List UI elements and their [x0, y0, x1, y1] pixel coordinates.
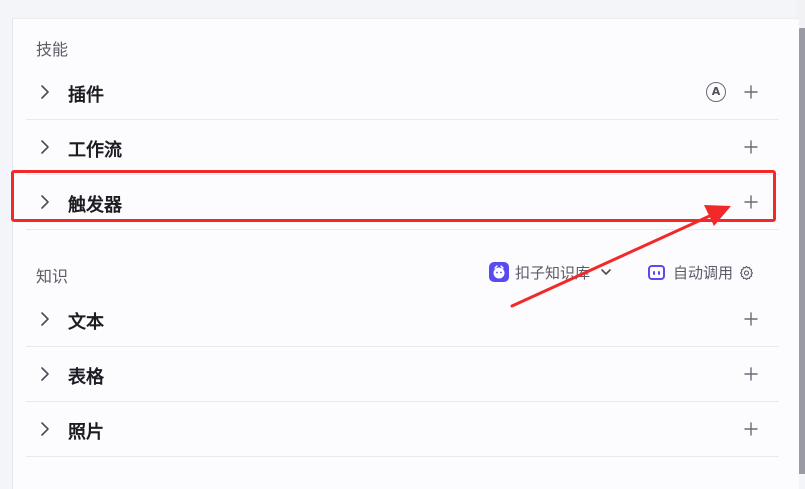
robot-icon	[648, 264, 665, 280]
chevron-right-icon	[41, 85, 49, 99]
skill-row-label: 插件	[68, 85, 104, 106]
chevron-right-icon	[41, 422, 49, 436]
add-workflow-button[interactable]	[744, 140, 758, 154]
section-divider	[26, 229, 779, 230]
knowledge-base-label: 扣子知识库	[515, 263, 591, 282]
add-photo-button[interactable]	[744, 422, 758, 436]
knowledge-row-label: 文本	[68, 312, 104, 333]
chevron-down-icon[interactable]	[600, 267, 612, 277]
annotation-highlight-box	[11, 170, 776, 222]
knowledge-row-photo[interactable]: 照片	[26, 402, 779, 457]
knowledge-base-selector[interactable]: 扣子知识库	[489, 261, 612, 283]
skill-row-plugins[interactable]: 插件 A	[26, 65, 779, 120]
section-title-knowledge: 知识	[36, 267, 69, 286]
chevron-right-icon	[41, 312, 49, 326]
knowledge-row-text[interactable]: 文本	[26, 292, 779, 347]
chevron-right-icon	[41, 140, 49, 154]
knowledge-row-table[interactable]: 表格	[26, 347, 779, 402]
knowledge-base-icon	[489, 262, 509, 282]
section-title-skills: 技能	[36, 40, 69, 59]
add-text-button[interactable]	[744, 312, 758, 326]
chevron-right-icon	[41, 367, 49, 381]
auto-call-control[interactable]: 自动调用	[648, 261, 754, 283]
add-table-button[interactable]	[744, 367, 758, 381]
knowledge-row-label: 照片	[68, 422, 104, 443]
skill-row-workflow[interactable]: 工作流	[26, 120, 779, 175]
gear-icon[interactable]	[739, 265, 754, 280]
add-plugin-button[interactable]	[744, 85, 758, 99]
knowledge-row-label: 表格	[68, 367, 104, 388]
auto-badge[interactable]: A	[706, 82, 726, 102]
auto-call-label: 自动调用	[673, 263, 734, 282]
skill-row-label: 工作流	[68, 140, 122, 161]
